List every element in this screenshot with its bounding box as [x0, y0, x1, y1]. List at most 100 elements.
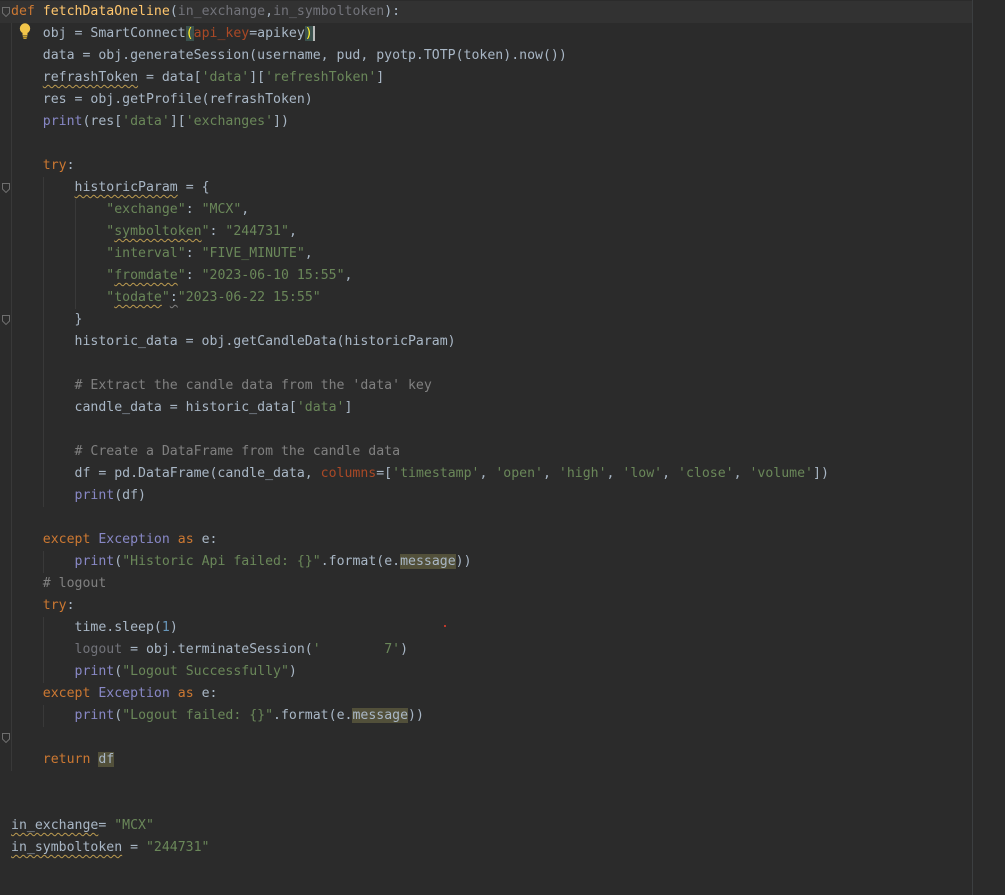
code-line[interactable]: def fetchDataOneline(in_exchange,in_symb…: [0, 1, 972, 23]
code-line[interactable]: df = pd.DataFrame(candle_data, columns=[…: [11, 463, 829, 485]
fold-marker-icon[interactable]: [2, 183, 10, 193]
code-token: =: [98, 818, 115, 833]
code-token: ]): [273, 114, 289, 129]
code-token: :: [185, 202, 202, 217]
code-token: 'timestamp': [392, 466, 480, 481]
right-margin-guide: [972, 0, 973, 895]
code-token: ]): [813, 466, 829, 481]
code-line[interactable]: print(df): [11, 485, 146, 507]
code-token: print: [74, 664, 115, 679]
code-token: obj = SmartConnect: [11, 26, 186, 41]
code-token: logout: [74, 642, 123, 657]
lightbulb-icon[interactable]: [18, 22, 32, 40]
code-line[interactable]: "symboltoken": "244731",: [11, 221, 297, 243]
code-token: :: [185, 268, 202, 283]
code-line[interactable]: data = obj.generateSession(username, pud…: [11, 45, 567, 67]
code-token: fromdate: [114, 268, 178, 283]
code-line[interactable]: except Exception as e:: [11, 529, 218, 551]
code-line[interactable]: # Extract the candle data from the 'data…: [11, 375, 432, 397]
fold-marker-icon[interactable]: [2, 7, 10, 17]
code-line[interactable]: refrashToken = data['data']['refreshToke…: [11, 67, 384, 89]
code-token: (: [114, 554, 123, 569]
code-token: ,: [733, 466, 750, 481]
code-line[interactable]: except Exception as e:: [11, 683, 218, 705]
code-token: "244731": [225, 224, 289, 239]
code-token: as: [177, 686, 202, 701]
code-token: 'data': [122, 114, 170, 129]
code-token: res = obj.getProfile(refrashToken): [11, 92, 313, 107]
code-token: ]: [376, 70, 385, 85]
code-token: 'high': [558, 466, 607, 481]
code-token: =: [122, 840, 146, 855]
code-line[interactable]: "interval": "FIVE_MINUTE",: [11, 243, 312, 265]
code-token: = {: [177, 180, 210, 195]
code-token: ": [161, 290, 170, 305]
code-token: =apikey: [249, 26, 305, 41]
code-line[interactable]: historicParam = {: [11, 177, 210, 199]
code-token: historic_data = obj.getCandleData(histor…: [11, 334, 456, 349]
code-token: message: [400, 554, 456, 569]
code-token: :: [66, 158, 75, 173]
code-token: 'exchanges': [185, 114, 274, 129]
code-token: 'refreshToken': [265, 70, 377, 85]
code-token: "244731": [145, 840, 210, 855]
code-line[interactable]: print(res['data']['exchanges']): [11, 111, 289, 133]
code-line[interactable]: try:: [11, 595, 75, 617]
code-line[interactable]: time.sleep(1): [11, 617, 178, 639]
code-token: ,: [265, 4, 274, 19]
code-token: ,: [344, 268, 353, 283]
code-line[interactable]: in_exchange= "MCX": [11, 815, 154, 837]
code-line[interactable]: candle_data = historic_data['data']: [11, 397, 353, 419]
code-token: "Logout Successfully": [122, 664, 289, 679]
code-token: columns: [320, 466, 377, 481]
code-token: (: [114, 708, 123, 723]
code-token: df = pd.DataFrame(candle_data,: [11, 466, 321, 481]
code-token: 'open': [495, 466, 543, 481]
code-line[interactable]: "exchange": "MCX",: [11, 199, 249, 221]
code-token: ,: [662, 466, 679, 481]
code-line[interactable]: "todate":"2023-06-22 15:55": [11, 287, 320, 309]
code-line[interactable]: print("Logout failed: {}".format(e.messa…: [11, 705, 424, 727]
code-line[interactable]: # Create a DataFrame from the candle dat…: [11, 441, 401, 463]
code-token: return: [42, 752, 99, 767]
fold-marker-icon[interactable]: [2, 315, 10, 325]
code-line[interactable]: res = obj.getProfile(refrashToken): [11, 89, 313, 111]
code-token: .format(e.: [320, 554, 401, 569]
code-token: Exception: [98, 686, 178, 701]
code-token: def: [11, 4, 43, 19]
code-line[interactable]: return df: [11, 749, 115, 771]
code-token: try: [42, 158, 67, 173]
code-line[interactable]: print("Historic Api failed: {}".format(e…: [11, 551, 472, 573]
code-token: fetchDataOneline: [42, 4, 170, 19]
code-line[interactable]: obj = SmartConnect(api_key=apikey): [11, 23, 315, 45]
code-line[interactable]: "fromdate": "2023-06-10 15:55",: [11, 265, 352, 287]
code-editor[interactable]: def fetchDataOneline(in_exchange,in_symb…: [0, 0, 1005, 895]
fold-marker-icon[interactable]: [2, 733, 10, 743]
code-token: refrashToken: [42, 70, 139, 85]
code-token: ): [169, 620, 178, 635]
code-token: 1: [161, 620, 170, 635]
code-line[interactable]: # logout: [11, 573, 107, 595]
code-token: ,: [241, 202, 250, 217]
code-line[interactable]: try:: [11, 155, 75, 177]
code-token: "FIVE_MINUTE": [201, 246, 305, 261]
code-token: ' 7': [312, 642, 401, 657]
code-line[interactable]: print("Logout Successfully"): [11, 661, 297, 683]
code-token: (df): [114, 488, 146, 503]
code-token: ,: [543, 466, 559, 481]
code-token: (res[: [82, 114, 123, 129]
code-line[interactable]: in_symboltoken = "244731": [11, 837, 210, 859]
code-line[interactable]: historic_data = obj.getCandleData(histor…: [11, 331, 456, 353]
code-line[interactable]: logout = obj.terminateSession(' 7'): [11, 639, 409, 661]
code-token: (: [169, 4, 178, 19]
code-token: print: [42, 114, 83, 129]
code-token: # logout: [42, 576, 107, 591]
code-token: = obj.terminateSession(: [122, 642, 313, 657]
code-line[interactable]: }: [11, 309, 83, 331]
